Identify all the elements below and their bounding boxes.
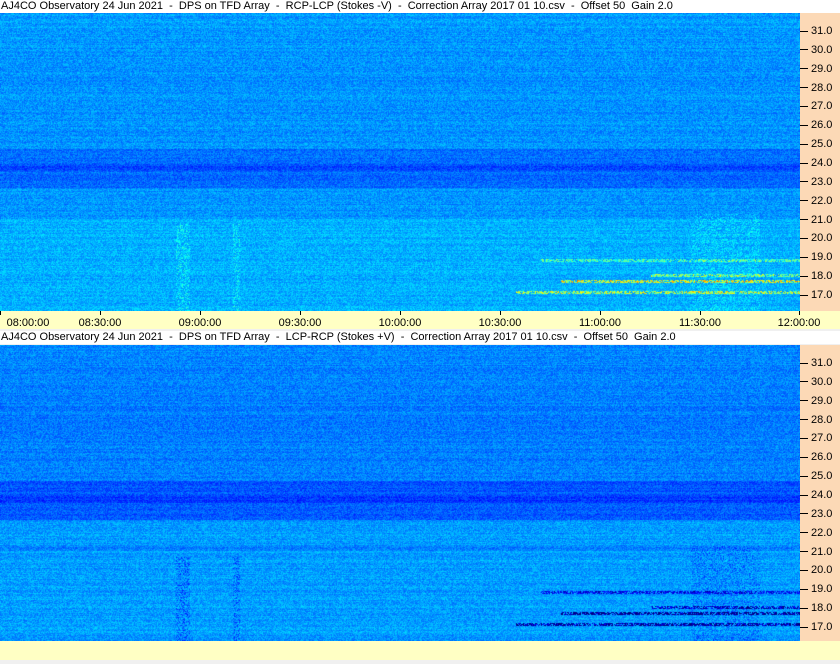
frequency-tick-label: 19.0 — [811, 251, 833, 264]
frequency-tick: 18.0 — [800, 602, 832, 614]
frequency-tick: 31.0 — [800, 357, 832, 369]
frequency-tick-label: 25.0 — [811, 470, 833, 483]
frequency-tick-label: 31.0 — [811, 357, 833, 369]
frequency-tick: 18.0 — [800, 270, 832, 282]
frequency-tick-label: 24.0 — [811, 157, 833, 170]
spectrogram-lcp-rcp[interactable] — [0, 345, 800, 641]
time-tick — [700, 311, 701, 315]
frequency-tick-label: 24.0 — [811, 489, 833, 502]
frequency-tick-label: 30.0 — [811, 375, 833, 388]
frequency-tick: 28.0 — [800, 82, 832, 94]
frequency-tick: 28.0 — [800, 414, 832, 426]
spectrogram-rcp-lcp[interactable] — [0, 13, 800, 311]
frequency-tick-label: 18.0 — [811, 270, 833, 283]
frequency-tick-label: 28.0 — [811, 81, 833, 94]
time-tick — [300, 311, 301, 315]
frequency-tick: 24.0 — [800, 157, 832, 169]
frequency-tick: 30.0 — [800, 44, 832, 56]
frequency-tick: 30.0 — [800, 376, 832, 388]
frequency-tick: 17.0 — [800, 289, 832, 301]
frequency-tick: 21.0 — [800, 546, 832, 558]
frequency-tick: 17.0 — [800, 621, 832, 633]
frequency-tick: 19.0 — [800, 251, 832, 263]
frequency-tick: 20.0 — [800, 232, 832, 244]
frequency-tick-label: 20.0 — [811, 232, 833, 245]
time-tick — [400, 311, 401, 315]
frequency-tick-label: 29.0 — [811, 394, 833, 407]
time-axis: 08:00:00 08:30:00 09:00:00 09:30:00 10:00:00… — [0, 311, 840, 329]
frequency-tick-label: 17.0 — [811, 289, 833, 302]
time-tick-label: 10:30:00 — [478, 317, 522, 329]
frequency-tick-label: 23.0 — [811, 175, 833, 188]
frequency-tick-label: 26.0 — [811, 451, 833, 464]
frequency-tick: 31.0 — [800, 25, 832, 37]
frequency-tick: 29.0 — [800, 63, 832, 75]
frequency-tick-label: 18.0 — [811, 602, 833, 615]
frequency-tick: 25.0 — [800, 138, 832, 150]
time-tick — [600, 311, 601, 315]
frequency-tick-label: 27.0 — [811, 432, 833, 445]
frequency-tick-label: 25.0 — [811, 138, 833, 151]
time-tick — [0, 311, 1, 315]
frequency-tick: 22.0 — [800, 195, 832, 207]
frequency-tick-label: 29.0 — [811, 62, 833, 75]
frequency-tick: 19.0 — [800, 583, 832, 595]
time-axis-2-empty — [0, 641, 840, 660]
frequency-tick: 26.0 — [800, 451, 832, 463]
time-tick — [799, 311, 800, 315]
frequency-tick-label: 26.0 — [811, 119, 833, 132]
time-tick-label: 08:00:00 — [6, 317, 50, 329]
frequency-tick: 27.0 — [800, 100, 832, 112]
frequency-tick-label: 22.0 — [811, 526, 833, 539]
frequency-tick-label: 27.0 — [811, 100, 833, 113]
frequency-tick-label: 22.0 — [811, 194, 833, 207]
frequency-tick: 26.0 — [800, 119, 832, 131]
frequency-tick: 20.0 — [800, 564, 832, 576]
time-tick — [200, 311, 201, 315]
time-tick-label: 09:30:00 — [278, 317, 322, 329]
time-tick — [500, 311, 501, 315]
time-tick-label: 10:00:00 — [378, 317, 422, 329]
frequency-tick-label: 30.0 — [811, 43, 833, 56]
frequency-tick: 29.0 — [800, 395, 832, 407]
frequency-tick-label: 23.0 — [811, 507, 833, 520]
frequency-tick-label: 17.0 — [811, 621, 833, 634]
panel-1-title: AJ4CO Observatory 24 Jun 2021 - DPS on T… — [0, 0, 840, 13]
frequency-tick: 23.0 — [800, 176, 832, 188]
panel-2-title: AJ4CO Observatory 24 Jun 2021 - DPS on T… — [0, 331, 840, 344]
time-tick-label: 12:00:00 — [777, 317, 821, 329]
frequency-tick: 25.0 — [800, 470, 832, 482]
frequency-tick-label: 20.0 — [811, 564, 833, 577]
frequency-tick-label: 28.0 — [811, 413, 833, 426]
time-tick-label: 08:30:00 — [78, 317, 122, 329]
frequency-tick-label: 21.0 — [811, 213, 833, 226]
frequency-tick: 22.0 — [800, 527, 832, 539]
frequency-tick-label: 21.0 — [811, 545, 833, 558]
time-tick-label: 11:30:00 — [678, 317, 722, 329]
time-tick — [100, 311, 101, 315]
frequency-axis-2: 31.0 30.0 29.0 28.0 27.0 26.0 25.0 24.0 23.0 22.0… — [800, 345, 840, 641]
time-tick-label: 09:00:00 — [178, 317, 222, 329]
frequency-tick: 24.0 — [800, 489, 832, 501]
time-tick-label: 11:00:00 — [578, 317, 622, 329]
frequency-tick: 23.0 — [800, 508, 832, 520]
frequency-tick-label: 31.0 — [811, 25, 833, 37]
frequency-axis-1: 31.0 30.0 29.0 28.0 27.0 26.0 25.0 24.0 23.0 22.0… — [800, 13, 840, 311]
frequency-tick-label: 19.0 — [811, 583, 833, 596]
frequency-tick: 21.0 — [800, 214, 832, 226]
frequency-tick: 27.0 — [800, 432, 832, 444]
